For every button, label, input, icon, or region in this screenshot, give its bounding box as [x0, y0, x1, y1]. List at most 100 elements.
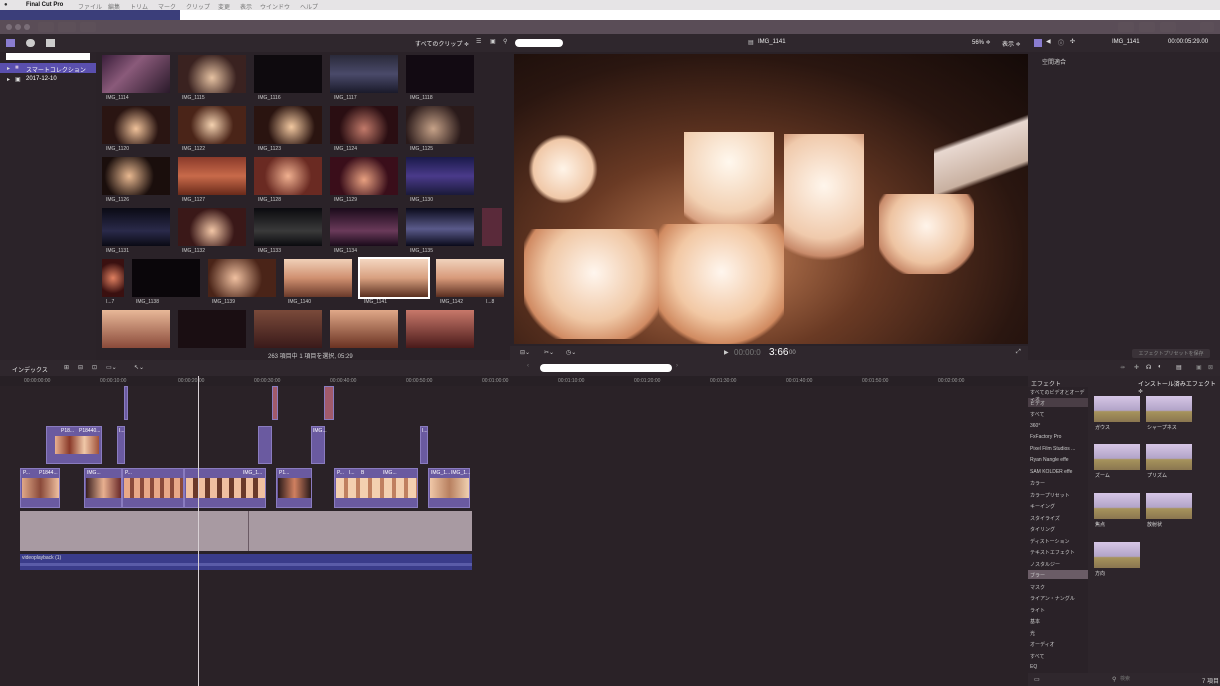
play-icon[interactable]: ▶	[724, 349, 729, 356]
category-item[interactable]: Ryan Nangle effe	[1030, 457, 1069, 463]
zoom-menu[interactable]: 56% ≑	[972, 39, 991, 46]
clip-thumbnail[interactable]	[406, 310, 474, 348]
effect-thumbnail[interactable]	[1146, 493, 1192, 519]
primary-clip[interactable]: IMG...	[84, 468, 122, 508]
minimize-window-button[interactable]	[15, 24, 21, 30]
primary-clip[interactable]: IMG_1...	[184, 468, 266, 508]
audio-clip[interactable]: videoplayback (1)	[20, 554, 472, 570]
overwrite-icon[interactable]: ▭⌄	[106, 364, 117, 371]
clip-thumbnail[interactable]	[254, 157, 322, 195]
connected-clip[interactable]	[124, 386, 128, 420]
audio-skimming-icon[interactable]: ☊	[1146, 364, 1151, 371]
category-item[interactable]: ビデオ	[1030, 400, 1045, 407]
sidebar-item-event[interactable]: ▸ ▣ 2017-12-10	[0, 74, 96, 84]
category-item[interactable]: すべて	[1030, 411, 1044, 418]
clip-thumbnail[interactable]	[330, 157, 398, 195]
clip-thumbnail[interactable]	[254, 310, 322, 348]
category-item[interactable]: オーディオ	[1030, 641, 1055, 648]
effects-browser-icon[interactable]: ▣	[1196, 364, 1202, 371]
disclosure-triangle-icon[interactable]: ▸	[7, 65, 10, 72]
connected-clip[interactable]: IMG...	[311, 426, 327, 464]
close-window-button[interactable]	[6, 24, 12, 30]
category-item[interactable]: ディストーション	[1030, 538, 1070, 545]
clip-thumbnail[interactable]	[102, 310, 170, 348]
sidebar-item-smart-collection[interactable]: ▸ ■ スマートコレクション	[0, 63, 96, 74]
connected-clip[interactable]: P18... P18440...	[46, 426, 102, 464]
clip-thumbnail[interactable]	[178, 55, 246, 93]
primary-clip[interactable]: P... P1844...	[20, 468, 60, 508]
category-item[interactable]: タイリング	[1030, 526, 1055, 533]
library-name[interactable]	[6, 53, 90, 60]
filmstrip-icon[interactable]: ▣	[490, 38, 496, 45]
category-item[interactable]: FxFactory Pro	[1030, 434, 1061, 440]
primary-clip[interactable]: P...	[122, 468, 184, 508]
category-item[interactable]: カラープリセット	[1030, 492, 1070, 499]
view-menu[interactable]: 表示 ≑	[1002, 39, 1021, 48]
audio-inspector-icon[interactable]: ◀	[1046, 38, 1051, 45]
select-tool-icon[interactable]: ↖⌄	[134, 364, 144, 371]
category-item[interactable]: ノスタルジー	[1030, 561, 1060, 568]
clip-thumbnail[interactable]	[406, 106, 474, 144]
clip-thumbnail[interactable]	[102, 208, 170, 246]
clip-thumbnail[interactable]	[102, 157, 170, 195]
category-item[interactable]: マスク	[1030, 584, 1045, 591]
transform-tool-icon[interactable]: ✂⌄	[544, 349, 554, 356]
clip-thumbnail[interactable]	[102, 259, 124, 297]
clip-thumbnail[interactable]	[208, 259, 276, 297]
clip-thumbnail[interactable]	[178, 106, 246, 144]
apple-icon[interactable]: ●	[4, 2, 8, 8]
fullscreen-icon[interactable]: ⤢	[1016, 349, 1021, 356]
speed-icon[interactable]: ◷⌄	[566, 349, 576, 356]
category-item[interactable]: SAM KOLDER effe	[1030, 469, 1072, 475]
import-button[interactable]	[38, 22, 54, 32]
installed-effects-menu[interactable]: インストール済みエフェクト ≑	[1138, 379, 1220, 395]
category-item[interactable]: スタイライズ	[1030, 515, 1060, 522]
clip-thumbnail[interactable]	[406, 208, 474, 246]
primary-clip[interactable]: P... I... B IMG...	[334, 468, 418, 508]
disclosure-triangle-icon[interactable]: ▸	[7, 76, 10, 83]
insert-icon[interactable]: ⊟	[78, 364, 83, 371]
timeline-ruler[interactable]: 00:00:00:00 00:00:10:00 00:00:20:00 00:0…	[0, 376, 1030, 386]
background-tasks-button[interactable]	[80, 22, 96, 32]
clip-thumbnail[interactable]	[330, 55, 398, 93]
audio-waveform-track[interactable]	[20, 511, 472, 551]
connect-icon[interactable]: ⊞	[64, 364, 69, 371]
primary-clip[interactable]: IMG_1... IMG_1...	[428, 468, 470, 508]
viewer-options-icon[interactable]: ⊟⌄	[520, 349, 530, 356]
category-item[interactable]: キーイング	[1030, 503, 1055, 510]
clip-thumbnail[interactable]	[132, 259, 200, 297]
clip-thumbnail[interactable]	[482, 208, 502, 246]
clip-thumbnail[interactable]	[102, 106, 170, 144]
connected-clip[interactable]: I...	[420, 426, 428, 464]
effect-thumbnail[interactable]	[1146, 396, 1192, 422]
zoom-window-button[interactable]	[24, 24, 30, 30]
app-menu[interactable]: Final Cut Pro	[26, 2, 63, 8]
effect-thumbnail[interactable]	[1094, 542, 1140, 568]
category-item[interactable]: 基本	[1030, 618, 1040, 625]
primary-clip[interactable]: P1...	[276, 468, 312, 508]
clip-filter-menu[interactable]: すべてのクリップ ≑	[415, 39, 469, 48]
clip-thumbnail[interactable]	[178, 310, 246, 348]
info-inspector-icon[interactable]: ⓘ	[1058, 38, 1064, 47]
solo-icon[interactable]: ◐	[1158, 364, 1162, 370]
category-item[interactable]: Pixel Film Studios ...	[1030, 446, 1075, 452]
search-icon[interactable]: ⚲	[503, 38, 507, 45]
clip-thumbnail-selected[interactable]	[358, 257, 430, 299]
playhead[interactable]	[198, 376, 199, 686]
clip-thumbnail[interactable]	[330, 208, 398, 246]
effect-thumbnail[interactable]	[1094, 493, 1140, 519]
category-item[interactable]: 360°	[1030, 423, 1040, 429]
effect-thumbnail[interactable]	[1146, 444, 1192, 470]
photos-icon[interactable]	[26, 39, 35, 47]
connected-clip[interactable]	[272, 386, 278, 420]
clip-thumbnail[interactable]	[254, 55, 322, 93]
layout-browser-button[interactable]	[1118, 22, 1134, 32]
skimming-icon[interactable]: ⇸	[1120, 364, 1125, 371]
category-item[interactable]: EQ	[1030, 664, 1037, 670]
clip-thumbnail[interactable]	[406, 157, 474, 195]
effect-thumbnail[interactable]	[1094, 396, 1140, 422]
layout-inspector-button[interactable]	[1160, 22, 1176, 32]
connected-clip[interactable]	[258, 426, 272, 464]
libraries-icon[interactable]	[6, 39, 15, 47]
clip-appearance-icon[interactable]: ▤	[1176, 364, 1182, 371]
